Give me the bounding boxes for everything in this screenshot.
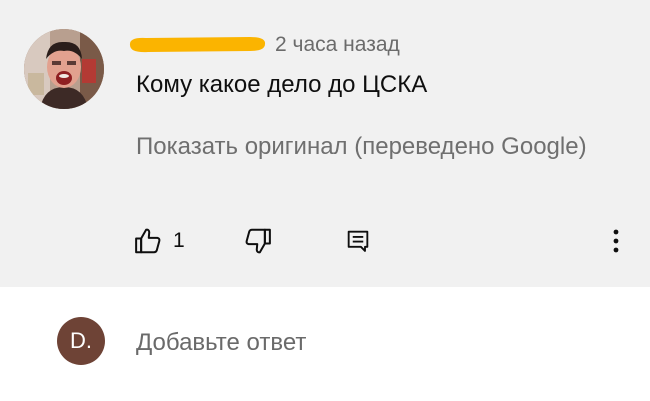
comment-icon <box>347 230 369 252</box>
thumbs-down-icon <box>245 228 271 254</box>
user-avatar[interactable]: D. <box>57 317 105 365</box>
commenter-avatar[interactable] <box>24 29 104 109</box>
comment-timestamp: 2 часа назад <box>275 33 400 56</box>
reply-input[interactable] <box>136 326 616 360</box>
more-options-button[interactable] <box>604 222 628 260</box>
like-count: 1 <box>173 229 185 252</box>
like-button[interactable]: 1 <box>133 222 185 260</box>
comment-text: Кому какое дело до ЦСКА <box>136 71 428 98</box>
thumbs-up-icon <box>135 228 161 254</box>
reply-button[interactable] <box>344 222 372 260</box>
dislike-button[interactable] <box>243 222 273 260</box>
show-original-link[interactable]: Показать оригинал (переведено Google) <box>136 132 650 162</box>
more-vert-icon <box>613 229 619 253</box>
author-name-redacted <box>129 37 266 53</box>
